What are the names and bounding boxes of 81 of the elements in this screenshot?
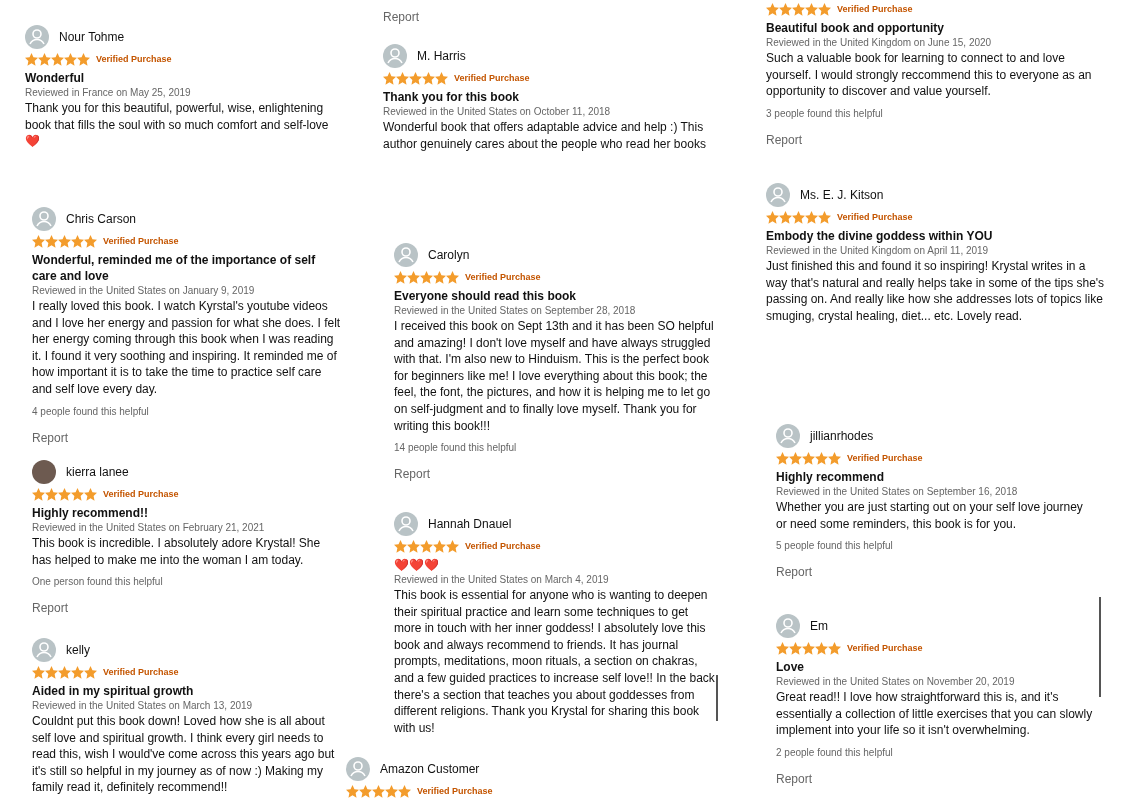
review-date: Reviewed in the United States on March 13, 2019 — [32, 699, 254, 713]
verified-purchase-label: Verified Purchase — [454, 73, 530, 83]
review-date: Reviewed in the United States on January 9, 2019 — [32, 284, 256, 298]
report-link[interactable]: Report — [383, 10, 420, 24]
review-title: Wonderful, reminded me of the importance of self care and love — [32, 252, 317, 284]
review-title: ❤❤❤ — [394, 557, 440, 573]
reviewer-name: Nour Tohme — [59, 30, 125, 44]
review-title: Wonderful — [25, 70, 86, 86]
avatar-icon — [346, 757, 370, 781]
verified-purchase-label: Verified Purchase — [103, 489, 179, 499]
avatar-icon — [776, 424, 800, 448]
review-date: Reviewed in the United States on October 11, 2018 — [383, 105, 612, 119]
report-link[interactable]: Report — [766, 132, 803, 147]
scrollbar-thumb[interactable] — [1099, 597, 1101, 697]
report-link[interactable]: Report — [32, 430, 69, 445]
helpful-count: One person found this helpful — [32, 576, 164, 588]
reviewer-name: Carolyn — [428, 248, 470, 262]
review-title: Aided in my spiritual growth — [32, 683, 195, 699]
reviewer-name: jillianrhodes — [810, 429, 874, 443]
review-title: Beautiful book and opportunity — [766, 20, 945, 36]
report-link[interactable]: Report — [394, 467, 431, 482]
verified-purchase-label: Verified Purchase — [847, 643, 923, 653]
helpful-count: 3 people found this helpful — [766, 107, 884, 119]
avatar-icon — [25, 25, 49, 49]
helpful-count: 2 people found this helpful — [776, 746, 894, 758]
reviewer-name: Ms. E. J. Kitson — [800, 188, 884, 202]
review-text: Whether you are just starting out on your self love journey or need some reminders, this book is for you. — [776, 499, 1084, 533]
review-date: Reviewed in the United Kingdom on June 15, 2020 — [766, 36, 993, 50]
review-title: Highly recommend!! — [32, 505, 149, 521]
verified-purchase-label: Verified Purchase — [837, 212, 913, 222]
review-date: Reviewed in the United States on September 28, 2018 — [394, 304, 637, 318]
review-date: Reviewed in the United States on September 16, 2018 — [776, 485, 1019, 499]
verified-purchase-label: Verified Purchase — [465, 541, 541, 551]
avatar-icon — [394, 243, 418, 267]
helpful-count: 14 people found this helpful — [394, 442, 518, 454]
review-title: Embody the divine goddess within YOU — [766, 228, 994, 244]
reviewer-name: M. Harris — [417, 49, 466, 63]
review-text: Wonderful book that offers adaptable advice and help :) This author genuinely cares about the people who read her books — [383, 119, 707, 153]
report-link[interactable]: Report — [32, 601, 69, 616]
review-title: Thank you for this book — [383, 89, 520, 105]
reviewer-name: Em — [810, 619, 828, 633]
review-date: Reviewed in the United Kingdom on April 11, 2019 — [766, 244, 990, 258]
review-text: This book is essential for anyone who is wanting to deepen their spiritual practice and learn some techniques to get more in touch with her inner goddess! I absolutely love this book and always recommend to friends. It has journal prompts, meditations, moon rituals, a section on chakras, and a few guided practices to increase self love!! In the back there's a section that teaches you about goddesses from different religions. Thank you Krystal for sharing this book with us! — [394, 587, 716, 737]
avatar-icon — [776, 614, 800, 638]
scrollbar-thumb[interactable] — [716, 675, 718, 721]
review-text: Couldnt put this book down! Loved how she is all about self love and spiritual growth. I think every girl needs to read this, wish I would've come across this years ago but it's still so helpful in my journey as of now :) Making my family read it, definitely recommend!! — [32, 713, 336, 796]
review-text: I really loved this book. I watch Kyrstal's youtube videos and I love her energy and passion for what she does. I felt her energy coming through this book when I was reading it. I found it very soothing and inspiring. It reminded me of how important it is to take the time to practice self care and self love every day. — [32, 298, 342, 398]
review-date: Reviewed in the United States on November 20, 2019 — [776, 675, 1016, 689]
avatar-icon — [766, 183, 790, 207]
avatar-icon — [383, 44, 407, 68]
review-date: Reviewed in France on May 25, 2019 — [25, 86, 192, 100]
reviewer-name: Amazon Customer — [380, 762, 480, 776]
review-text: I received this book on Sept 13th and it has been SO helpful and amazing! I don't love myself and have always struggled with that. I'm also new to Hinduism. This is the perfect book for beginners like me! I love everything about this book; the feel, the font, the pictures, and how it is helping me to let go on self-judgment and to finally love myself. Thank you for writing this book!!! — [394, 318, 715, 435]
verified-purchase-label: Verified Purchase — [103, 667, 179, 677]
reviewer-name: Hannah Dnauel — [428, 517, 512, 531]
report-link[interactable]: Report — [776, 565, 813, 580]
review-text: Just finished this and found it so inspiring! Krystal writes in a way that's natural and really helps take in some of the tips she's passing on. And really like how she addresses lots of topics like smuging, crystal healing, diet... etc. Lovely read. — [766, 258, 1106, 325]
reviewer-name: kelly — [66, 643, 90, 657]
review-date: Reviewed in the United States on February 21, 2021 — [32, 521, 266, 535]
verified-purchase-label: Verified Purchase — [417, 786, 493, 796]
verified-purchase-label: Verified Purchase — [847, 453, 923, 463]
review-text: This book is incredible. I absolutely adore Krystal! She has helped to make me into the woman I am today. — [32, 535, 322, 569]
avatar-icon — [394, 512, 418, 536]
review-text: Thank you for this beautiful, powerful, wise, enlightening book that fills the soul with so much comfort and self-love ❤ — [25, 100, 330, 150]
report-link[interactable]: Report — [776, 771, 813, 786]
review-title: Love — [776, 659, 805, 675]
reviewer-name: kierra lanee — [66, 465, 129, 479]
review-title: Everyone should read this book — [394, 288, 578, 304]
review-text: Great read!! I love how straightforward this is, and it's essentially a collection of little exercises that you can slowly implement into your life so it isn't overwhelming. — [776, 689, 1094, 739]
reviewer-name: Chris Carson — [66, 212, 137, 226]
review-date: Reviewed in the United States on March 4, 2019 — [394, 573, 610, 587]
verified-purchase-label: Verified Purchase — [837, 4, 913, 14]
avatar-icon — [32, 207, 56, 231]
avatar-icon — [32, 638, 56, 662]
verified-purchase-label: Verified Purchase — [103, 236, 179, 246]
verified-purchase-label: Verified Purchase — [465, 272, 541, 282]
verified-purchase-label: Verified Purchase — [96, 54, 172, 64]
helpful-count: 5 people found this helpful — [776, 540, 894, 552]
review-title: Highly recommend — [776, 469, 886, 485]
helpful-count: 4 people found this helpful — [32, 405, 150, 417]
review-text: Such a valuable book for learning to connect to and love yourself. I would strongly reccommend this to everyone as an opportunity to discover and value yourself. — [766, 50, 1093, 100]
